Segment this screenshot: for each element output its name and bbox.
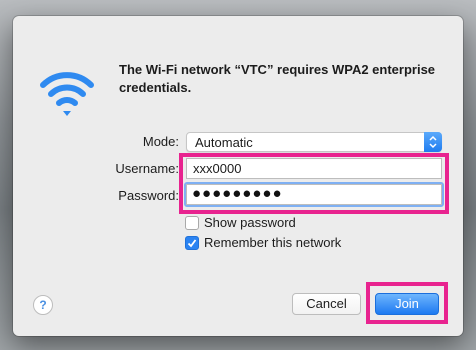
remember-network-label: Remember this network [204, 235, 342, 250]
credentials-highlight [179, 153, 449, 214]
join-button[interactable]: Join [375, 293, 439, 315]
username-label: Username: [115, 161, 179, 176]
mode-select[interactable]: Automatic [186, 132, 442, 152]
wifi-icon [40, 72, 94, 116]
checkmark-icon [187, 239, 197, 248]
cancel-button[interactable]: Cancel [292, 293, 361, 315]
show-password-checkbox[interactable] [185, 216, 199, 230]
mode-label: Mode: [142, 134, 179, 149]
dialog-message: The Wi-Fi network “VTC” requires WPA2 en… [119, 62, 436, 95]
help-button[interactable]: ? [33, 295, 53, 315]
wifi-credentials-dialog: The Wi-Fi network “VTC” requires WPA2 en… [13, 16, 463, 336]
remember-network-checkbox[interactable] [185, 236, 199, 250]
password-label: Password: [118, 188, 179, 203]
chevron-updown-icon [424, 132, 442, 152]
mode-select-value: Automatic [195, 135, 253, 150]
show-password-label: Show password [204, 215, 296, 230]
